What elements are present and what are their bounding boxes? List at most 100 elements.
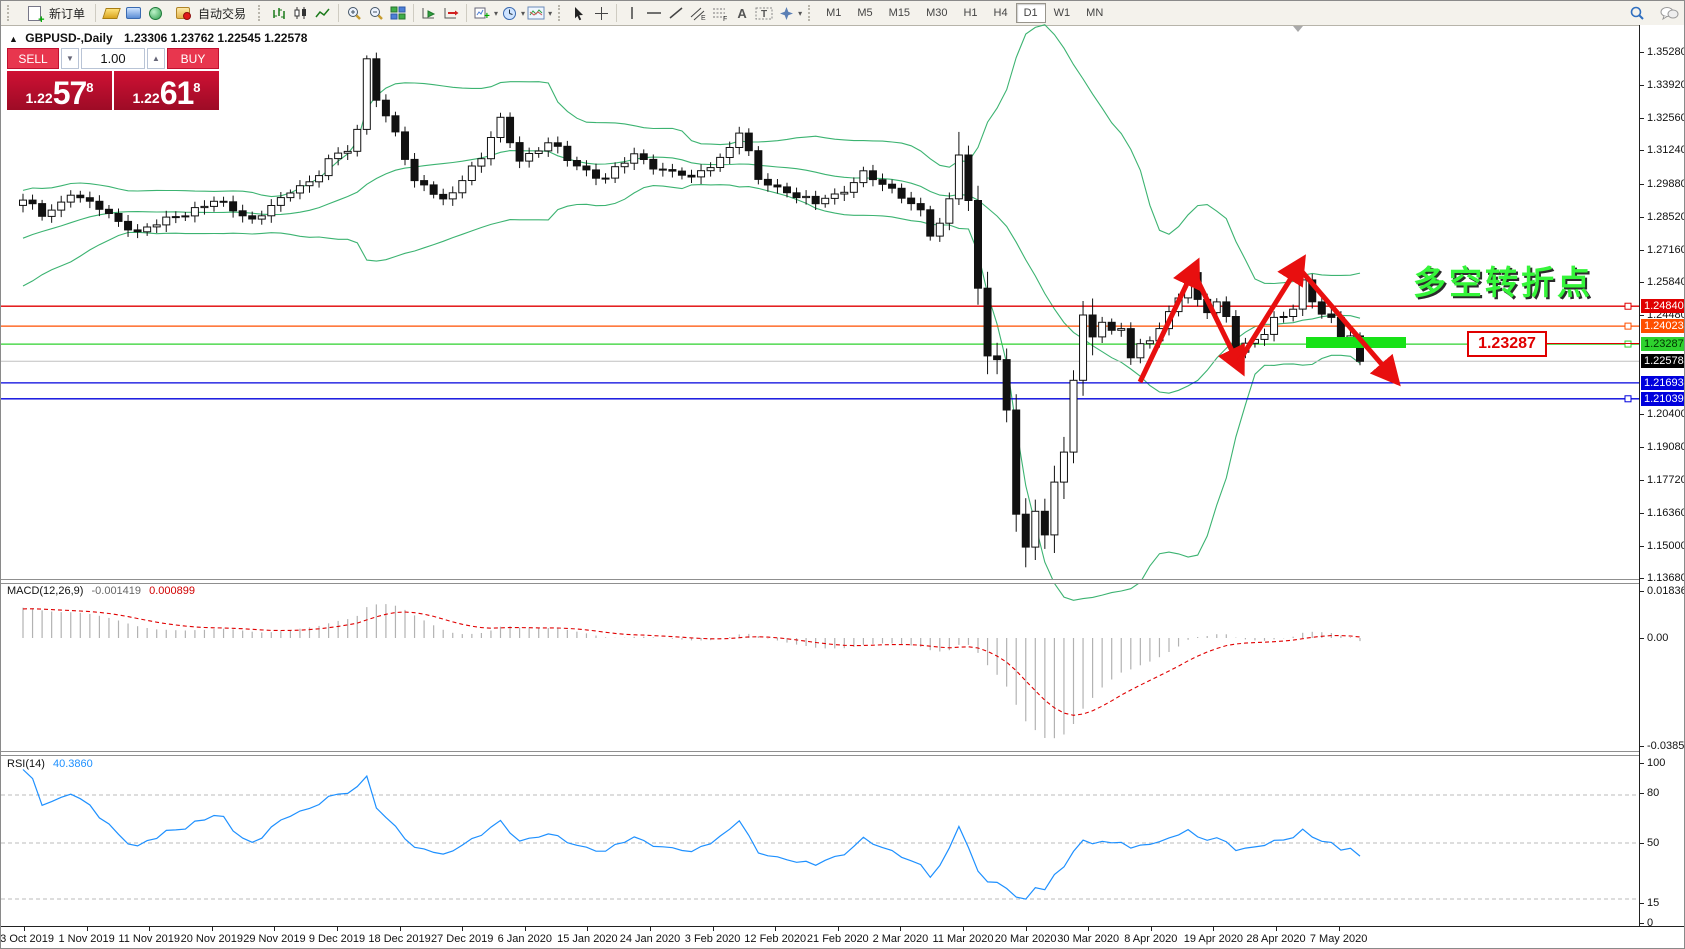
volume-input[interactable]: 1.00 — [81, 48, 145, 69]
rsi-tick — [1640, 843, 1644, 844]
timeframe-MN[interactable]: MN — [1078, 3, 1111, 23]
one-click-trading-panel: SELL ▼ 1.00 ▲ BUY 1.22578 1.22618 — [7, 48, 219, 110]
candle-body — [39, 204, 46, 217]
auto-scroll-icon[interactable] — [418, 3, 440, 23]
sell-button[interactable]: SELL — [7, 48, 59, 69]
candle-body — [191, 208, 198, 216]
metaeditor-icon[interactable] — [100, 3, 122, 23]
turning-point-annotation[interactable]: 多空转折点 — [1413, 256, 1593, 304]
candle-body — [153, 225, 160, 227]
text-tool-icon[interactable]: A — [731, 3, 753, 23]
zigzag-segment[interactable] — [1238, 267, 1298, 363]
cursor-icon[interactable] — [568, 3, 590, 23]
candle-body — [1089, 315, 1096, 337]
price-tick-label: 1.27160 — [1647, 244, 1685, 256]
sell-price[interactable]: 1.22578 — [7, 71, 112, 110]
candle-body — [182, 216, 189, 217]
timeframe-M30[interactable]: M30 — [918, 3, 955, 23]
bollinger-bands — [23, 25, 1360, 601]
zigzag-segment[interactable] — [1193, 271, 1238, 363]
date-tick — [775, 927, 776, 931]
trendline-tool-icon[interactable] — [665, 3, 687, 23]
text-label-tool-icon[interactable]: T — [753, 3, 775, 23]
horizontal-line-tool-icon[interactable] — [643, 3, 665, 23]
toolbar-grip[interactable] — [7, 5, 13, 21]
date-tick — [87, 927, 88, 931]
hline-anchor-1.21039[interactable] — [1625, 396, 1631, 402]
date-axis[interactable]: 23 Oct 20191 Nov 201911 Nov 201920 Nov 2… — [1, 926, 1685, 949]
svg-text:+: + — [484, 11, 490, 20]
timeframe-H4[interactable]: H4 — [986, 3, 1016, 23]
main-chart[interactable] — [1, 25, 1640, 581]
candle-body — [497, 117, 504, 137]
news-icon[interactable] — [144, 3, 166, 23]
new-chart-icon[interactable]: + — [471, 3, 493, 23]
zigzag-segment[interactable] — [1298, 267, 1391, 375]
date-label: 29 Nov 2019 — [243, 933, 305, 945]
volume-increase-button[interactable]: ▲ — [147, 48, 165, 69]
candle-body — [755, 151, 762, 180]
rsi-tick — [1640, 903, 1644, 904]
candlestick-chart-icon[interactable] — [290, 3, 312, 23]
macd-tick — [1640, 638, 1644, 639]
price-callout-label[interactable]: 1.23287 — [1467, 331, 1547, 357]
candle-body — [583, 166, 590, 170]
price-tick — [1640, 184, 1644, 185]
candle-body — [1032, 511, 1039, 547]
candle-body — [239, 211, 246, 216]
profiles-icon[interactable] — [498, 3, 520, 23]
new-order-button[interactable]: 新订单 — [17, 3, 91, 23]
templates-dropdown[interactable]: ▾ — [548, 9, 552, 18]
buy-price[interactable]: 1.22618 — [114, 71, 219, 110]
fibonacci-tool-icon[interactable]: F — [709, 3, 731, 23]
zoom-in-icon[interactable] — [343, 3, 365, 23]
terminal-icon[interactable] — [122, 3, 144, 23]
arrows-dropdown[interactable]: ▾ — [798, 9, 802, 18]
price-tick — [1640, 315, 1644, 316]
autotrading-button[interactable]: 自动交易 — [166, 3, 252, 23]
channel-tool-icon[interactable]: E — [687, 3, 709, 23]
candle-body — [573, 161, 580, 166]
line-chart-icon[interactable] — [312, 3, 334, 23]
hline-anchor-1.24840[interactable] — [1625, 303, 1631, 309]
timeframe-M1[interactable]: M1 — [818, 3, 849, 23]
hline-anchor-1.23287[interactable] — [1625, 341, 1631, 347]
timeframe-M5[interactable]: M5 — [849, 3, 880, 23]
candle-body — [688, 175, 695, 177]
candle-body — [860, 171, 867, 183]
green-highlight-box[interactable] — [1306, 337, 1406, 348]
bar-chart-icon[interactable] — [268, 3, 290, 23]
arrows-tool-icon[interactable] — [775, 3, 797, 23]
candle-body — [77, 195, 84, 198]
candle-body — [1022, 514, 1029, 547]
candle-body — [277, 198, 284, 206]
price-tick — [1640, 217, 1644, 218]
templates-icon[interactable] — [525, 3, 547, 23]
chat-icon[interactable] — [1658, 3, 1680, 23]
chart-shift-icon[interactable] — [440, 3, 462, 23]
rsi-panel[interactable] — [1, 754, 1640, 926]
timeframe-M15[interactable]: M15 — [881, 3, 918, 23]
vertical-line-tool-icon[interactable] — [621, 3, 643, 23]
candle-body — [516, 143, 523, 162]
timeframe-H1[interactable]: H1 — [955, 3, 985, 23]
tile-windows-icon[interactable] — [387, 3, 409, 23]
zoom-out-icon[interactable] — [365, 3, 387, 23]
timeframe-W1[interactable]: W1 — [1046, 3, 1079, 23]
candle-body — [507, 117, 514, 142]
chart-shift-marker[interactable] — [1293, 26, 1303, 32]
date-label: 27 Dec 2019 — [431, 933, 493, 945]
hline-anchor-1.24023[interactable] — [1625, 323, 1631, 329]
candle-body — [1108, 322, 1115, 330]
buy-button[interactable]: BUY — [167, 48, 219, 69]
price-tick-label: 1.19080 — [1647, 441, 1685, 453]
volume-decrease-button[interactable]: ▼ — [61, 48, 79, 69]
price-axis[interactable]: 1.352801.339201.325601.312401.298801.285… — [1639, 25, 1685, 926]
macd-panel[interactable] — [1, 582, 1640, 751]
crosshair-icon[interactable] — [590, 3, 612, 23]
price-tick — [1640, 546, 1644, 547]
rsi-axis-label: 100 — [1647, 757, 1665, 769]
collapse-panel-icon[interactable]: ▲ — [9, 34, 18, 44]
timeframe-D1[interactable]: D1 — [1016, 3, 1046, 23]
search-icon[interactable] — [1626, 3, 1648, 23]
